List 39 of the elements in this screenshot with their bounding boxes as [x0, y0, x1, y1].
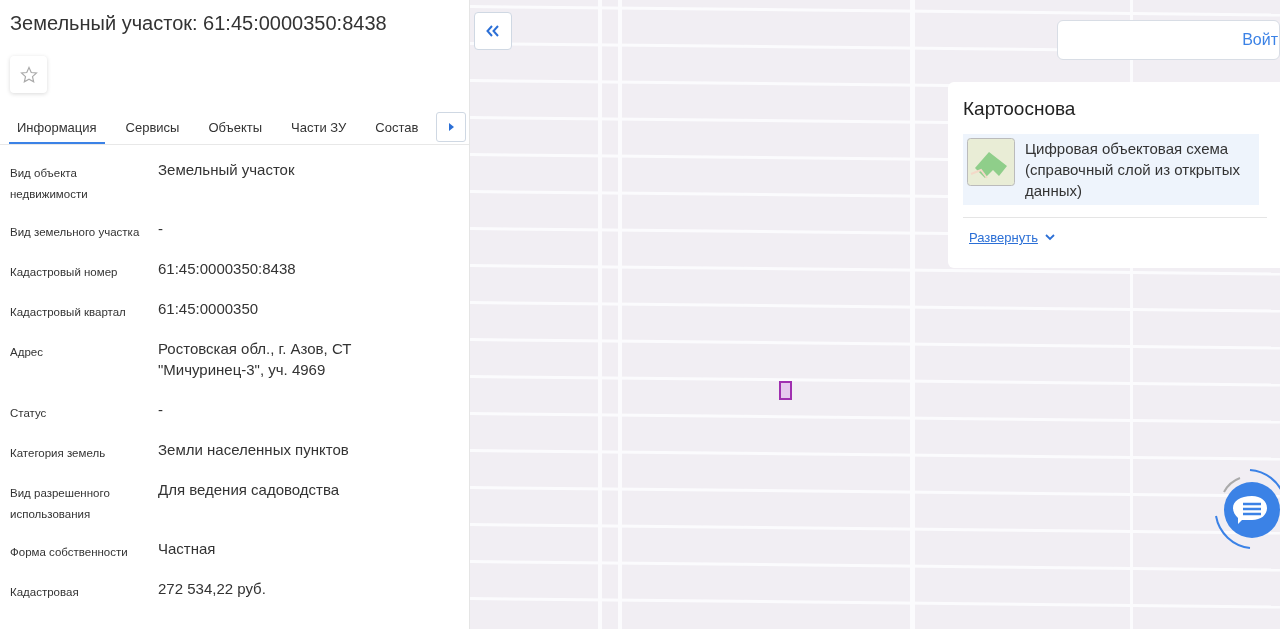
caret-icon [448, 123, 454, 131]
field-label: Адрес [10, 345, 44, 360]
tab[interactable]: Информация [9, 112, 105, 144]
tab[interactable]: Состав [367, 112, 427, 144]
layer-item[interactable]: Цифровая объектовая схема (справочный слой из открытых данных) [963, 134, 1259, 205]
expand-link[interactable]: Развернуть [969, 230, 1055, 245]
map-thumbnail-icon [967, 138, 1015, 186]
tab[interactable]: Объекты [200, 112, 271, 144]
field-label: Форма собственности [10, 545, 129, 560]
field-label: Статус [10, 406, 48, 421]
field-label: Вид разрешенного использования [10, 486, 111, 522]
field-label: Кадастровая [10, 585, 80, 600]
card-title: Картооснова [963, 98, 1077, 120]
field-value: Частная [158, 539, 217, 559]
field-value: Ростовская обл., г. Азов, СТ "Мичуринец-3", уч. 4969 [158, 339, 353, 380]
field-label: Категория земель [10, 446, 107, 461]
field-value: - [158, 400, 164, 420]
page-title: Земельный участок: 61:45:0000350:8438 [9, 11, 388, 36]
tab[interactable]: Сервисы [117, 112, 188, 144]
chevron-down-icon [1044, 234, 1055, 241]
field-value: Для ведения садоводства [158, 480, 341, 500]
field-label: Вид объекта недвижимости [10, 166, 89, 202]
collapse-panel-button[interactable] [474, 12, 512, 50]
field-value: 61:45:0000350 [158, 299, 260, 319]
double-chevron-icon [486, 25, 500, 37]
field-label: Вид земельного участка [10, 225, 141, 240]
favorite-button[interactable] [10, 56, 47, 93]
field-value: Земельный участок [158, 160, 296, 180]
field-label: Кадастровый номер [10, 265, 119, 280]
login-button[interactable]: Войт [1057, 20, 1280, 60]
field-value: 272 534,22 руб. [158, 579, 267, 599]
field-value: 61:45:0000350:8438 [158, 259, 297, 279]
star-icon [18, 64, 39, 85]
next-tab-button[interactable] [436, 112, 466, 142]
field-value: - [158, 219, 164, 239]
tab[interactable]: Части ЗУ [283, 112, 355, 144]
layer-name: Цифровая объектовая схема (справочный слой из открытых данных) [1025, 139, 1241, 201]
field-value: Земли населенных пунктов [158, 440, 350, 460]
field-label: Кадастровый квартал [10, 305, 127, 320]
